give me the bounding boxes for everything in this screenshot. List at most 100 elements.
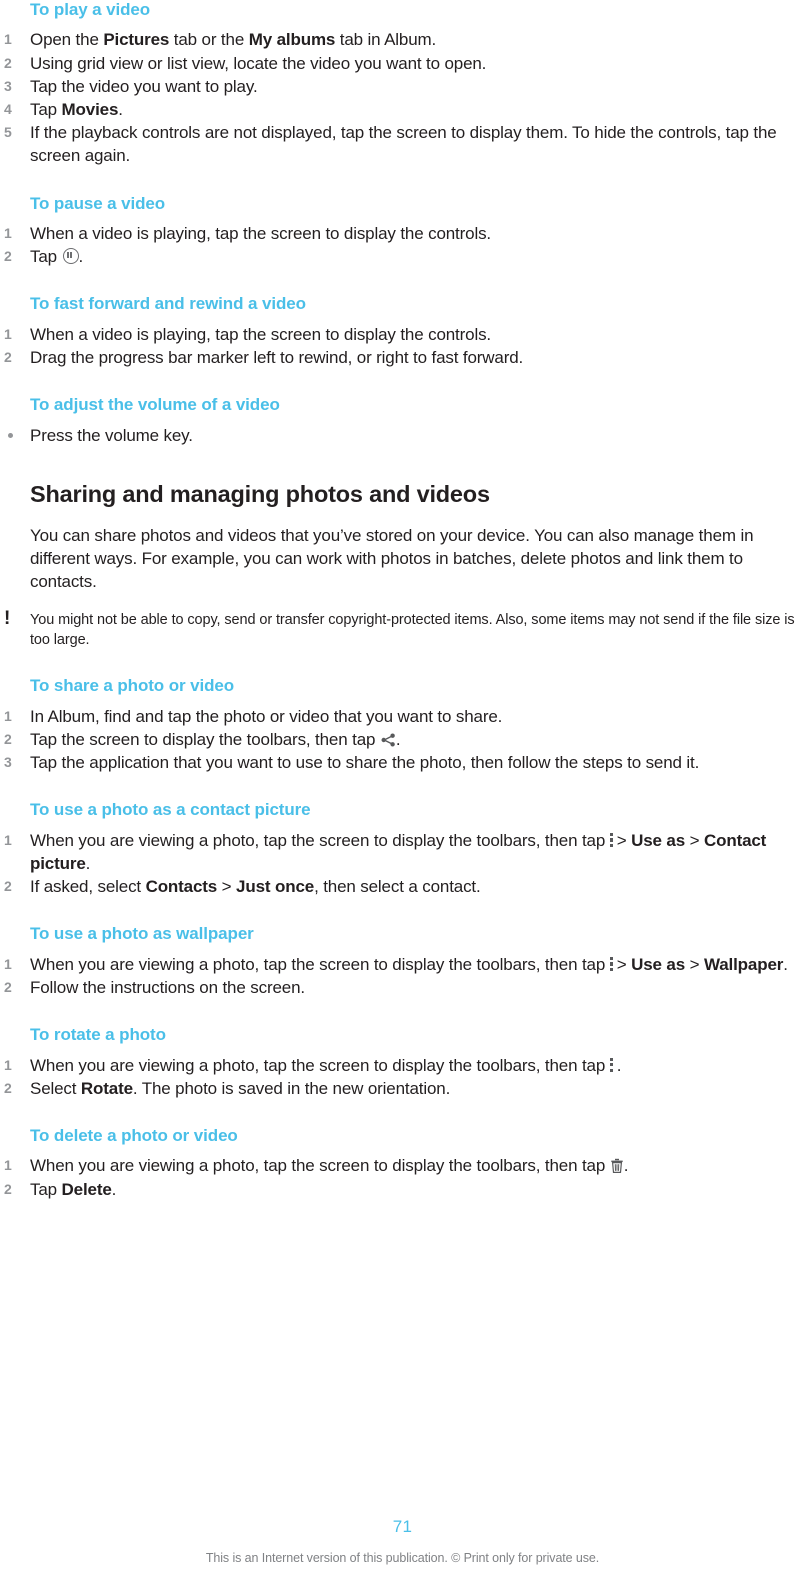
step-number: 1 [4, 1056, 12, 1073]
step-item: 1 When you are viewing a photo, tap the s… [0, 1054, 805, 1077]
exclamation-icon: ! [4, 608, 11, 630]
step-number: 1 [4, 955, 12, 972]
emphasis-text: My albums [248, 30, 336, 50]
step-text: > [616, 954, 632, 974]
step-text: When you are viewing a photo, tap the sc… [30, 954, 610, 974]
procedure-heading-rotate-photo: To rotate a photo [30, 1025, 166, 1045]
step-item: 1 In Album, find and tap the photo or vid… [0, 705, 805, 728]
step-item: 2 Tap . [0, 245, 805, 268]
step-text: . [616, 1055, 622, 1075]
step-text: When a video is playing, tap the screen … [30, 324, 491, 344]
step-text: . [623, 1156, 629, 1176]
step-text: . [783, 954, 788, 974]
step-item: 1 When you are viewing a photo, tap the s… [0, 953, 805, 976]
step-text: Select [30, 1078, 81, 1098]
step-item: 1 When a video is playing, tap the screen… [0, 323, 805, 346]
procedure-heading-fast-forward-rewind: To fast forward and rewind a video [30, 294, 306, 314]
step-text: Tap [30, 1179, 62, 1199]
step-text: Tap [30, 100, 62, 119]
step-number: 2 [4, 1079, 12, 1096]
step-number: 3 [4, 77, 12, 94]
emphasis-text: Use as [631, 830, 686, 850]
footer-copyright-note: This is an Internet version of this publ… [205, 1551, 600, 1565]
step-number: 2 [4, 979, 12, 996]
step-text: , then select a contact. [314, 877, 481, 897]
step-text: Drag the progress bar marker left to rew… [30, 348, 524, 367]
step-number: 2 [4, 54, 12, 71]
step-text: > [685, 954, 704, 974]
step-text: In Album, find and tap the photo or vide… [30, 706, 503, 726]
step-list-wallpaper: 1 When you are viewing a photo, tap the s… [0, 953, 805, 999]
step-number: 1 [4, 225, 12, 241]
step-number: 4 [4, 101, 12, 117]
step-item: 4 Tap Movies. [0, 98, 805, 121]
step-list-pause-video: 1 When a video is playing, tap the screen… [0, 222, 805, 268]
pause-icon [62, 248, 79, 265]
step-item: 1 When you are viewing a photo, tap the s… [0, 829, 805, 875]
bullet-item: Press the volume key. [0, 424, 805, 447]
step-text: > [217, 877, 237, 897]
emphasis-text: Delete [61, 1179, 112, 1199]
step-list-contact-picture: 1 When you are viewing a photo, tap the s… [0, 829, 805, 899]
step-text: > [616, 830, 632, 850]
step-text: Open the [30, 30, 104, 50]
step-list-play-video: 1 Open the Pictures tab or the My albums … [0, 28, 805, 167]
step-number: 2 [4, 349, 12, 365]
step-number: 1 [4, 831, 12, 848]
emphasis-text: Wallpaper [703, 954, 784, 974]
step-text: Tap [30, 247, 62, 267]
page-number: 71 [392, 1517, 413, 1536]
bullet-dot-icon [8, 433, 13, 439]
step-item: 3 Tap the application that you want to us… [0, 751, 805, 774]
step-item: 2 Tap Delete. [0, 1178, 805, 1201]
step-number: 2 [4, 248, 12, 265]
step-number: 2 [4, 1180, 12, 1197]
note-text: You might not be able to copy, send or t… [30, 612, 795, 648]
procedure-heading-pause-video: To pause a video [30, 193, 166, 213]
step-text: Press the volume key. [30, 425, 193, 445]
step-number: 5 [4, 124, 12, 141]
step-item: 1 When you are viewing a photo, tap the s… [0, 1154, 805, 1177]
step-item: 5 If the playback controls are not displa… [0, 121, 805, 167]
step-text: Tap the video you want to play. [30, 76, 258, 96]
manual-page: To play a video 1 Open the Pictures tab or… [0, 0, 805, 1590]
step-number: 2 [4, 731, 12, 748]
step-text: tab or the [169, 30, 249, 50]
step-text: When you are viewing a photo, tap the sc… [30, 1055, 610, 1075]
emphasis-text: Use as [631, 954, 686, 974]
step-item: 3 Tap the video you want to play. [0, 75, 805, 98]
procedure-heading-share-photo-video: To share a photo or video [30, 676, 235, 696]
share-icon [381, 730, 396, 747]
step-text: If asked, select [30, 877, 146, 897]
step-text: Tap the screen to display the toolbars, … [30, 730, 380, 750]
step-item: 2 Using grid view or list view, locate th… [0, 52, 805, 75]
step-list-rotate-photo: 1 When you are viewing a photo, tap the s… [0, 1054, 805, 1100]
step-list-fast-forward-rewind: 1 When a video is playing, tap the screen… [0, 323, 805, 369]
step-list-delete-photo-video: 1 When you are viewing a photo, tap the s… [0, 1154, 805, 1200]
step-text: Follow the instructions on the screen. [30, 978, 305, 998]
step-text: If the playback controls are not display… [30, 123, 777, 166]
procedure-heading-wallpaper: To use a photo as wallpaper [30, 924, 254, 944]
emphasis-text: Rotate [80, 1078, 133, 1098]
step-text: Tap the application that you want to use… [30, 753, 700, 773]
step-text: When you are viewing a photo, tap the sc… [30, 830, 610, 850]
step-list-share-photo-video: 1 In Album, find and tap the photo or vid… [0, 705, 805, 775]
step-item: 2 Tap the screen to display the toolbars,… [0, 728, 805, 751]
step-item: 2 Select Rotate. The photo is saved in th… [0, 1077, 805, 1100]
